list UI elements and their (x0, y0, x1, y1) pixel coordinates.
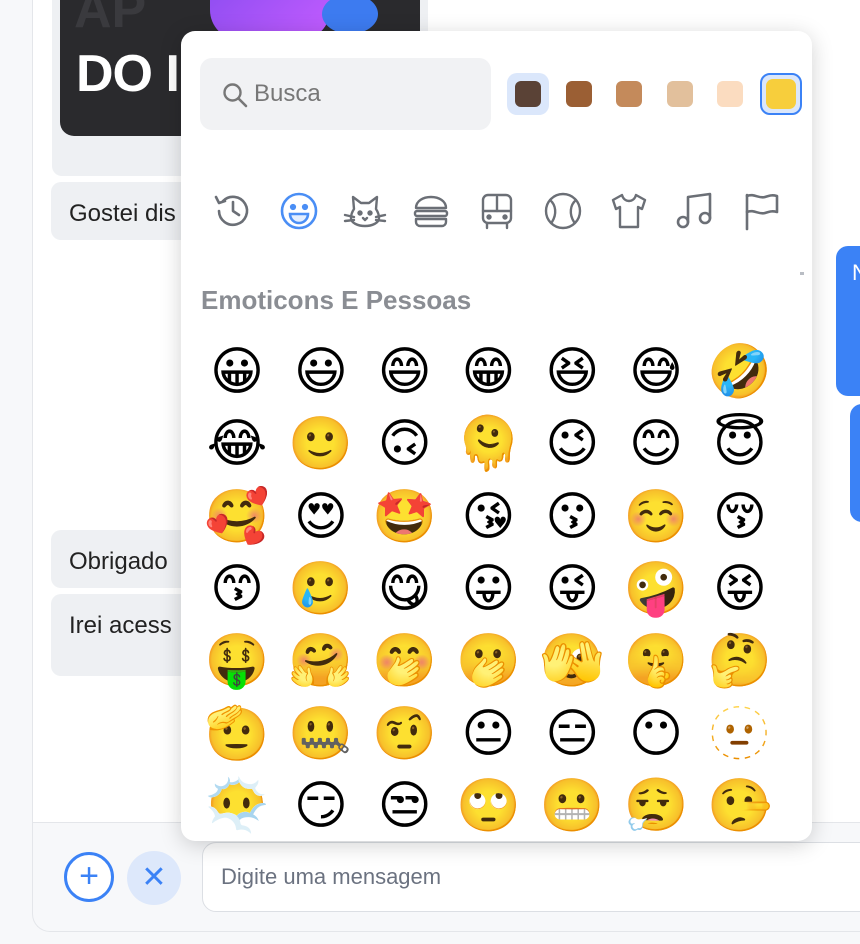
emoji-item[interactable]: 😙 (201, 553, 273, 625)
emoji-item[interactable]: 🤑 (201, 625, 273, 697)
emoji-item[interactable]: 😐 (452, 698, 524, 770)
emoji-item[interactable]: 🤪 (620, 553, 692, 625)
outgoing-message (850, 404, 860, 522)
emoji-item[interactable]: 😒 (369, 770, 441, 841)
emoji-item[interactable]: 😏 (285, 770, 357, 841)
emoji-picker: Emoticons E Pessoas 😀😃😄😁😆😅🤣 😂🙂🙃🫠😉😊😇 🥰😍🤩😘😗☺… (181, 31, 812, 841)
emoji-item[interactable]: 🤔 (704, 625, 776, 697)
emoji-item[interactable]: 🫥 (704, 698, 776, 770)
close-emoji-button[interactable]: ✕ (127, 851, 181, 905)
emoji-search-input[interactable] (254, 58, 484, 130)
message-input[interactable] (202, 842, 860, 912)
emoji-item[interactable]: 🫡 (201, 698, 273, 770)
emoji-item[interactable]: 😝 (704, 553, 776, 625)
tab-recent-clock-icon[interactable] (205, 183, 261, 239)
emoji-item[interactable]: 🙂 (285, 408, 357, 480)
verified-badge-icon (322, 0, 378, 34)
emoji-item[interactable]: 🫢 (452, 625, 524, 697)
emoji-item[interactable]: 😆 (536, 336, 608, 408)
skin-tone-swatch[interactable] (659, 73, 701, 115)
tab-activities-ball-icon[interactable] (535, 183, 591, 239)
emoji-item[interactable]: 😃 (285, 336, 357, 408)
emoji-item[interactable]: 🥲 (285, 553, 357, 625)
emoji-item[interactable]: 🥰 (201, 481, 273, 553)
emoji-item[interactable]: 🤩 (369, 481, 441, 553)
emoji-item[interactable]: 🫠 (452, 408, 524, 480)
thumbnail-ghost-text: AP (74, 0, 147, 39)
emoji-item[interactable]: 😜 (536, 553, 608, 625)
emoji-item[interactable]: 🤗 (285, 625, 357, 697)
emoji-item[interactable]: 😶 (620, 698, 692, 770)
tab-objects-shirt-icon[interactable] (601, 183, 657, 239)
search-icon (223, 83, 248, 108)
emoji-item[interactable]: 🤨 (369, 698, 441, 770)
emoji-item[interactable]: 😋 (369, 553, 441, 625)
emoji-item[interactable]: 😘 (452, 481, 524, 553)
category-title: Emoticons E Pessoas (201, 285, 472, 315)
outgoing-message: N (836, 246, 860, 396)
tab-travel-bus-icon[interactable] (469, 183, 525, 239)
skin-tone-swatch[interactable] (558, 73, 600, 115)
emoji-item[interactable]: 😅 (620, 336, 692, 408)
emoji-item[interactable]: 😗 (536, 481, 608, 553)
emoji-item[interactable]: 😶‍🌫️ (201, 770, 273, 841)
skin-tone-swatch[interactable] (507, 73, 549, 115)
emoji-item[interactable]: 😬 (536, 770, 608, 841)
tab-symbols-music-icon[interactable] (667, 183, 723, 239)
emoji-item[interactable]: 😮‍💨 (620, 770, 692, 841)
skin-tone-swatch[interactable] (759, 73, 802, 115)
scroll-indicator (800, 272, 804, 275)
emoji-item[interactable]: 🙃 (369, 408, 441, 480)
emoji-item[interactable]: 🙄 (452, 770, 524, 841)
tab-animals-cat-icon[interactable] (337, 183, 393, 239)
emoji-item[interactable]: 😁 (452, 336, 524, 408)
skin-tone-swatch[interactable] (608, 73, 650, 115)
emoji-item[interactable]: 😂 (201, 408, 273, 480)
emoji-item[interactable]: 😑 (536, 698, 608, 770)
emoji-item[interactable]: 🤐 (285, 698, 357, 770)
emoji-item[interactable]: 😀 (201, 336, 273, 408)
emoji-item[interactable]: 😄 (369, 336, 441, 408)
emoji-item[interactable]: 😉 (536, 408, 608, 480)
emoji-item[interactable]: 🤫 (620, 625, 692, 697)
emoji-item[interactable]: 😊 (620, 408, 692, 480)
tab-food-burger-icon[interactable] (403, 183, 459, 239)
emoji-item[interactable]: 😍 (285, 481, 357, 553)
emoji-item[interactable]: 🤥 (704, 770, 776, 841)
emoji-item[interactable]: 🫣 (536, 625, 608, 697)
add-attachment-button[interactable]: + (64, 852, 114, 902)
tab-smileys-smiley-icon[interactable] (271, 183, 327, 239)
emoji-item[interactable]: 🤭 (369, 625, 441, 697)
skin-tone-swatch[interactable] (709, 73, 751, 115)
emoji-item[interactable]: 😚 (704, 481, 776, 553)
emoji-item[interactable]: 😛 (452, 553, 524, 625)
emoji-item[interactable]: 🤣 (704, 336, 776, 408)
emoji-item[interactable]: 😇 (704, 408, 776, 480)
emoji-search-box (200, 58, 491, 130)
emoji-item[interactable]: ☺️ (620, 481, 692, 553)
tab-flags-flag-icon[interactable] (733, 183, 789, 239)
